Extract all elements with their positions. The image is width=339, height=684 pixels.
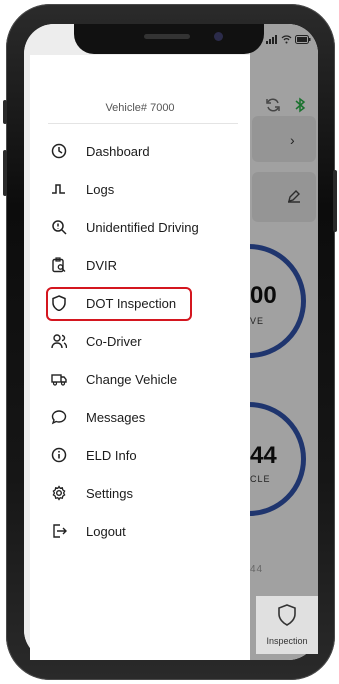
- status-bar: [266, 35, 311, 46]
- logout-icon: [50, 522, 68, 540]
- menu-item-dot-inspection[interactable]: DOT Inspection: [50, 294, 176, 312]
- menu-item-co-driver[interactable]: Co-Driver: [50, 332, 142, 350]
- truck-icon: [50, 370, 68, 388]
- side-button-left-2: [3, 150, 7, 196]
- info-icon: [50, 446, 68, 464]
- wifi-icon: [281, 35, 292, 46]
- menu-item-dvir[interactable]: DVIR: [50, 256, 117, 274]
- divider: [48, 123, 238, 124]
- menu-item-label: DOT Inspection: [86, 295, 177, 311]
- search-alert-icon: [50, 218, 68, 236]
- menu-item-label: Change Vehicle: [86, 371, 178, 387]
- clipboard-search-icon: [50, 256, 68, 274]
- clock-icon: [50, 142, 68, 160]
- menu-item-label: Logout: [86, 523, 126, 539]
- signal-icon: [266, 35, 278, 46]
- menu-item-logout[interactable]: Logout: [50, 522, 126, 540]
- menu-item-dashboard[interactable]: Dashboard: [50, 142, 150, 160]
- menu-item-logs[interactable]: Logs: [50, 180, 114, 198]
- menu-item-label: Unidentified Driving: [86, 219, 199, 235]
- users-icon: [50, 332, 68, 350]
- speaker: [144, 34, 190, 39]
- menu-item-label: DVIR: [86, 257, 118, 273]
- side-button-left: [3, 100, 7, 124]
- menu-item-settings[interactable]: Settings: [50, 484, 133, 502]
- battery-icon: [295, 35, 311, 46]
- menu-item-label: Dashboard: [86, 143, 150, 159]
- navigation-drawer: Vehicle# 7000 Dashboard Logs Unidentifie…: [30, 55, 250, 660]
- notch: [74, 24, 264, 54]
- menu-item-label: ELD Info: [86, 447, 137, 463]
- menu-item-label: Co-Driver: [86, 333, 142, 349]
- message-icon: [50, 408, 68, 426]
- menu-item-label: Messages: [86, 409, 146, 425]
- shield-icon: [50, 294, 68, 312]
- overlay-dim[interactable]: [250, 24, 318, 660]
- vehicle-number: Vehicle# 7000: [105, 102, 175, 114]
- logs-icon: [50, 180, 68, 198]
- menu-item-label: Settings: [86, 485, 133, 501]
- menu-item-label: Logs: [86, 181, 115, 197]
- menu-item-messages[interactable]: Messages: [50, 408, 145, 426]
- side-button-right: [333, 170, 337, 232]
- menu-item-eld-info[interactable]: ELD Info: [50, 446, 137, 464]
- menu-item-unidentified-driving[interactable]: Unidentified Driving: [50, 218, 199, 236]
- shield-icon: [277, 604, 297, 631]
- camera: [214, 32, 223, 41]
- bottom-tab-inspection[interactable]: Inspection: [256, 596, 318, 654]
- menu-item-change-vehicle[interactable]: Change Vehicle: [50, 370, 177, 388]
- tab-label: Inspection: [266, 636, 308, 646]
- gear-icon: [50, 484, 68, 502]
